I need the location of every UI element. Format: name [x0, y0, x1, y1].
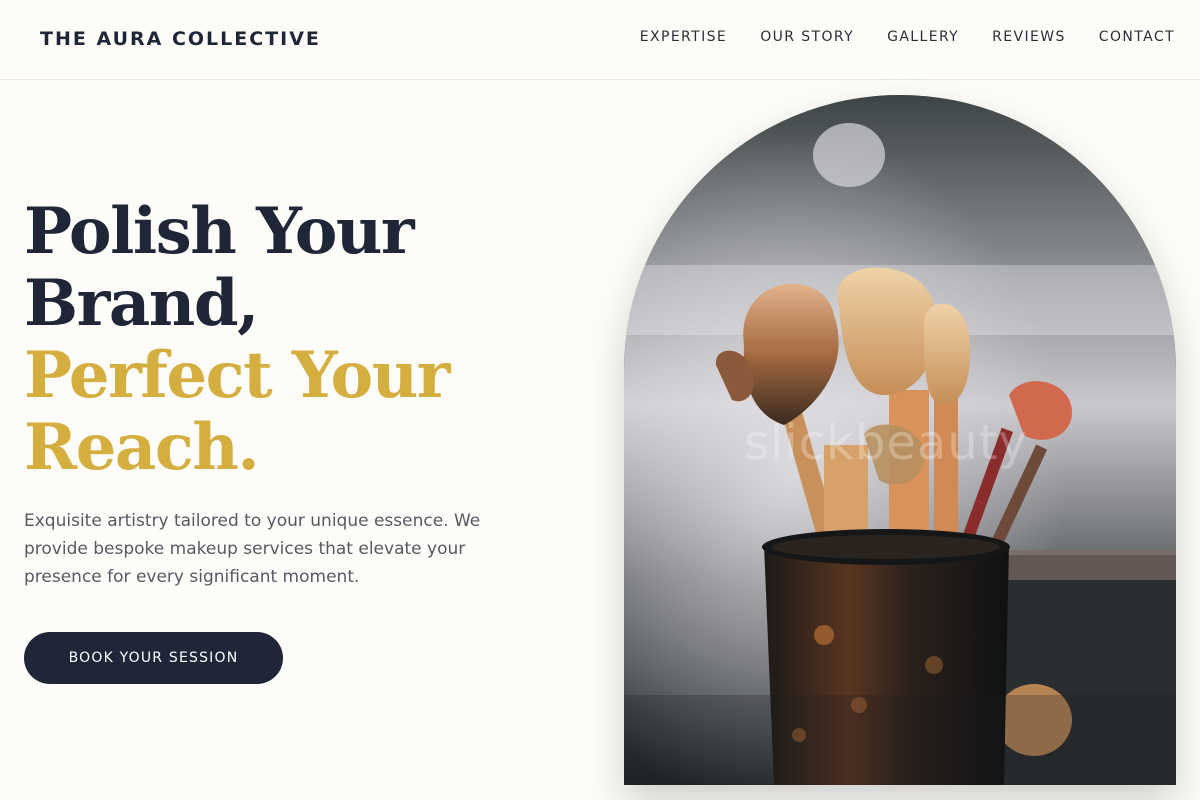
nav-link-contact[interactable]: CONTACT	[1099, 29, 1175, 45]
image-watermark: slickbeauty	[744, 415, 1028, 471]
hero-headline: Polish Your Brand, Perfect Your Reach.	[24, 196, 584, 484]
book-session-button[interactable]: BOOK YOUR SESSION	[24, 632, 283, 684]
nav-link-expertise[interactable]: EXPERTISE	[640, 29, 727, 45]
headline-line-4: Reach.	[24, 410, 260, 485]
site-header: THE AURA COLLECTIVE EXPERTISE OUR STORY …	[0, 0, 1200, 80]
nav-link-gallery[interactable]: GALLERY	[887, 29, 959, 45]
nav-link-our-story[interactable]: OUR STORY	[760, 29, 854, 45]
headline-line-1: Polish Your	[24, 194, 415, 269]
hero-description: Exquisite artistry tailored to your uniq…	[24, 511, 481, 587]
main-nav: EXPERTISE OUR STORY GALLERY REVIEWS CONT…	[607, 29, 1175, 45]
nav-link-reviews[interactable]: REVIEWS	[992, 29, 1066, 45]
brand-logo[interactable]: THE AURA COLLECTIVE	[40, 28, 321, 50]
hero-image: slickbeauty	[624, 95, 1176, 785]
headline-line-3: Perfect Your	[24, 338, 450, 413]
headline-line-2: Brand,	[24, 266, 259, 341]
